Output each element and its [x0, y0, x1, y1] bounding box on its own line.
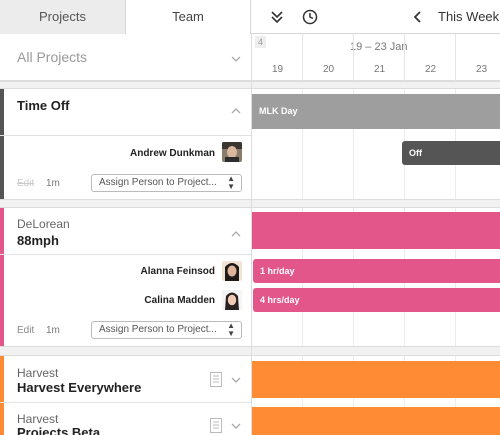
day-gridline [404, 34, 405, 81]
chevron-down-icon[interactable] [229, 52, 243, 66]
project-title[interactable]: Harvest Everywhere [17, 380, 141, 395]
project-bar[interactable] [252, 407, 500, 435]
row-divider [0, 402, 251, 403]
project-filter[interactable]: All Projects [0, 34, 251, 81]
chevron-up-icon[interactable] [229, 104, 243, 118]
day-label: 21 [373, 64, 386, 75]
group-color-bar [0, 89, 4, 199]
avatar [222, 142, 242, 162]
person-allocation-bar[interactable]: 1 hr/day [253, 259, 500, 283]
week-number: 4 [255, 36, 267, 48]
chevron-left-icon[interactable] [409, 8, 427, 26]
project-title[interactable]: 88mph [17, 233, 59, 248]
row-divider [0, 254, 251, 255]
group-color-bar [0, 403, 4, 435]
day-label: 23 [475, 64, 488, 75]
day-gridline [455, 34, 456, 81]
day-label: 19 [271, 64, 284, 75]
edit-link[interactable]: Edit [17, 178, 34, 189]
project-bar[interactable] [252, 361, 500, 398]
group-color-bar [0, 208, 4, 346]
assign-person-select[interactable]: Assign Person to Project... ▲ ▼ [91, 321, 242, 339]
person-name[interactable]: Calina Madden [144, 295, 215, 306]
tab-projects[interactable]: Projects [0, 0, 126, 34]
assign-person-placeholder: Assign Person to Project... [99, 324, 217, 335]
edit-link[interactable]: Edit [17, 325, 34, 336]
section-separator [0, 81, 500, 89]
client-name: Harvest [17, 412, 59, 426]
chevron-down-icon[interactable] [229, 373, 243, 387]
bar-label: MLK Day [259, 106, 298, 116]
project-bar[interactable] [252, 212, 500, 249]
client-name: DeLorean [17, 217, 70, 231]
person-name[interactable]: Andrew Dunkman [130, 148, 215, 159]
project-title[interactable]: Projects Beta [17, 425, 100, 435]
project-filter-label: All Projects [17, 49, 88, 65]
top-bar: Projects Team This Week [0, 0, 500, 34]
person-time-off-bar[interactable]: Off [402, 141, 500, 165]
project-title[interactable]: Time Off [17, 98, 70, 113]
bar-label: Off [409, 148, 422, 158]
avatar [222, 290, 242, 310]
notes-icon[interactable] [210, 372, 222, 387]
chevron-down-icon[interactable] [229, 419, 243, 433]
chevron-up-icon[interactable] [229, 227, 243, 241]
select-arrows-icon: ▲ ▼ [227, 174, 235, 191]
this-week-button[interactable]: This Week [438, 0, 499, 34]
section-separator [0, 199, 500, 208]
calendar-header: 4 19 – 23 Jan 19 20 21 22 23 [251, 34, 500, 81]
person-name[interactable]: Alanna Feinsod [141, 266, 215, 277]
bar-label: 1 hr/day [260, 266, 295, 276]
select-arrows-icon: ▲ ▼ [227, 321, 235, 338]
clock-icon[interactable] [301, 8, 319, 26]
client-name: Harvest [17, 366, 59, 380]
row-divider [0, 135, 251, 136]
section-separator [0, 346, 500, 356]
assign-person-placeholder: Assign Person to Project... [99, 177, 217, 188]
duration-label: 1m [46, 178, 60, 189]
day-gridline [302, 34, 303, 81]
bar-label: 4 hrs/day [260, 295, 300, 305]
collapse-all-icon[interactable] [268, 8, 286, 26]
notes-icon[interactable] [210, 418, 222, 433]
tab-team[interactable]: Team [126, 0, 251, 34]
week-range: 19 – 23 Jan [350, 41, 408, 53]
day-label: 22 [424, 64, 437, 75]
person-allocation-bar[interactable]: 4 hrs/day [253, 288, 500, 312]
day-gridline [353, 34, 354, 81]
avatar [222, 261, 242, 281]
day-label: 20 [322, 64, 335, 75]
group-color-bar [0, 356, 4, 402]
time-off-bar[interactable]: MLK Day [252, 94, 500, 129]
duration-label: 1m [46, 325, 60, 336]
assign-person-select[interactable]: Assign Person to Project... ▲ ▼ [91, 174, 242, 192]
